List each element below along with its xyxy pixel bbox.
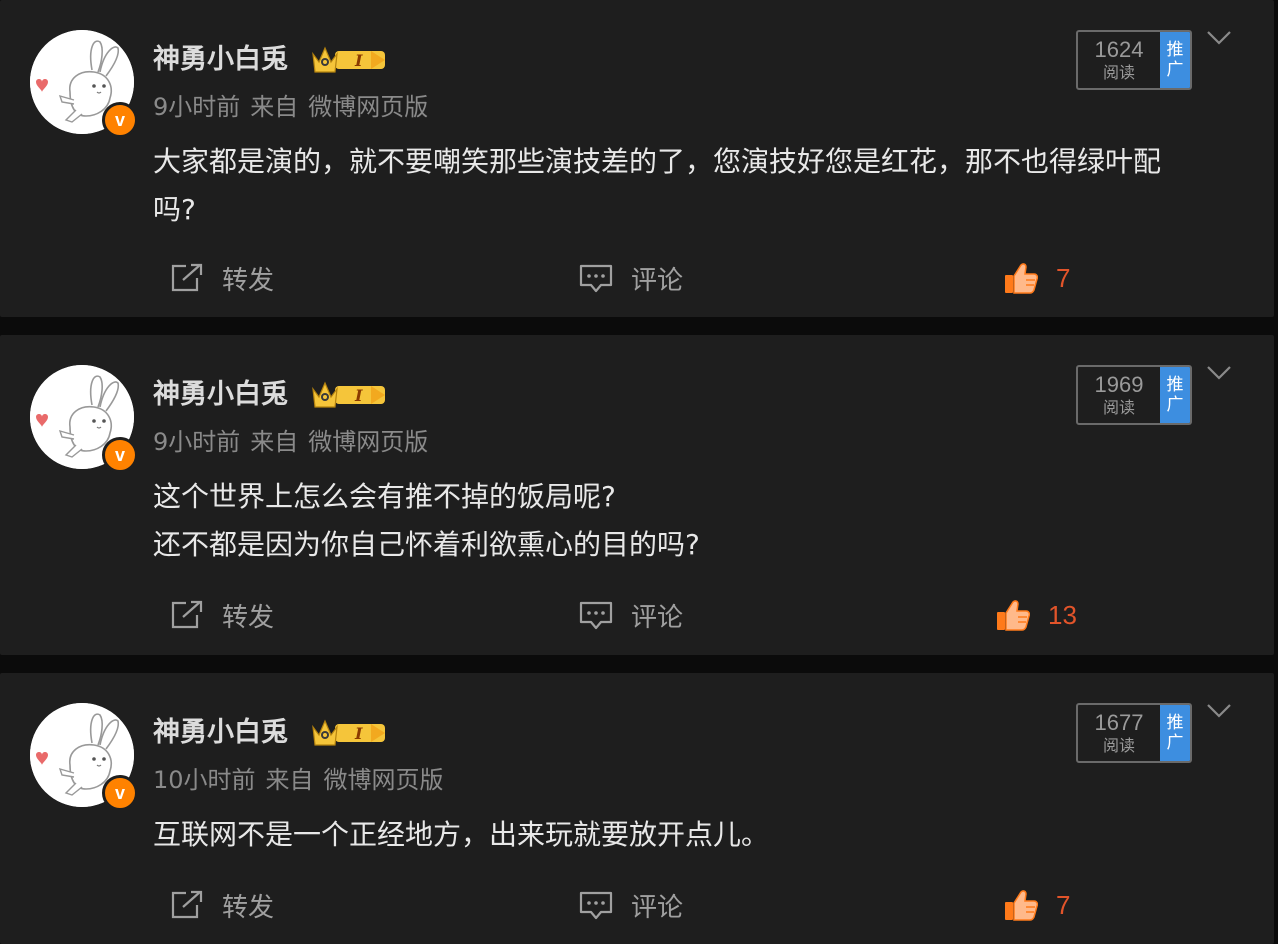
thumbs-up-icon — [997, 600, 1030, 631]
svg-text:I: I — [354, 724, 363, 743]
verified-badge-icon: v — [102, 775, 138, 811]
svg-text:I: I — [354, 51, 363, 70]
thumbs-up-icon — [1005, 890, 1038, 921]
repost-button[interactable]: 转发 — [170, 880, 274, 930]
comment-label: 评论 — [631, 265, 684, 296]
chevron-down-icon[interactable] — [1206, 703, 1232, 719]
svg-text:I: I — [354, 386, 363, 405]
username[interactable]: 神勇小白兎 — [153, 40, 288, 80]
username[interactable]: 神勇小白兎 — [153, 713, 288, 753]
source-prefix: 来自 — [250, 93, 299, 121]
source-prefix: 来自 — [265, 766, 314, 794]
post-meta: 9小时前 来自 微博网页版 — [153, 424, 438, 460]
post-content: 互联网不是一个正经地方，出来玩就要放开点儿。 — [153, 818, 770, 851]
post-content: 这个世界上怎么会有推不掉的饭局呢? 还不都是因为你自己怀着利欲熏心的目的吗? — [153, 480, 700, 561]
repost-icon — [171, 600, 203, 629]
member-crown-icon[interactable]: I — [311, 715, 387, 749]
like-button[interactable]: 7 — [1004, 253, 1070, 303]
comment-icon — [579, 891, 613, 920]
read-label: 阅读 — [1102, 63, 1135, 82]
verified-badge-icon: v — [102, 437, 138, 473]
comment-icon — [579, 264, 613, 293]
chevron-down-icon[interactable] — [1206, 365, 1232, 381]
read-count: 1677 — [1094, 710, 1144, 735]
read-count: 1624 — [1094, 37, 1144, 62]
read-counts: 1677 阅读 — [1078, 705, 1160, 761]
comment-button[interactable]: 评论 — [579, 880, 683, 930]
read-count: 1969 — [1094, 372, 1144, 397]
comment-label: 评论 — [631, 602, 684, 633]
post-content: 大家都是演的，就不要嘲笑那些演技差的了，您演技好您是红花，那不也得绿叶配 吗? — [153, 145, 1162, 226]
read-counts: 1624 阅读 — [1078, 32, 1160, 88]
promote-button[interactable]: 推广 — [1160, 367, 1190, 423]
read-label: 阅读 — [1102, 398, 1135, 417]
like-button[interactable]: 7 — [1004, 880, 1070, 930]
read-count-box[interactable]: 1969 阅读 推广 — [1076, 365, 1192, 425]
repost-label: 转发 — [222, 602, 275, 633]
post-time[interactable]: 9小时前 — [153, 93, 240, 121]
feed-post: v 神勇小白兎 I 10小时前 来自 微博网页版 互联网不是一个正经地方，出来玩就要… — [0, 673, 1274, 944]
post-actions: 转发 评论 13 — [0, 590, 1274, 640]
read-count-box[interactable]: 1677 阅读 推广 — [1076, 703, 1192, 763]
chevron-down-icon[interactable] — [1206, 30, 1232, 46]
repost-label: 转发 — [222, 265, 275, 296]
post-meta: 9小时前 来自 微博网页版 — [153, 89, 438, 125]
post-time[interactable]: 10小时前 — [153, 766, 256, 794]
post-actions: 转发 评论 7 — [0, 880, 1274, 930]
avatar[interactable]: v — [30, 30, 138, 138]
like-count: 7 — [1056, 262, 1071, 293]
post-source[interactable]: 微博网页版 — [308, 428, 428, 456]
like-button[interactable]: 13 — [996, 590, 1077, 640]
comment-label: 评论 — [631, 892, 684, 923]
post-meta: 10小时前 来自 微博网页版 — [153, 762, 454, 798]
verified-badge-icon: v — [102, 102, 138, 138]
read-label: 阅读 — [1102, 736, 1135, 755]
source-prefix: 来自 — [250, 428, 299, 456]
repost-icon — [171, 263, 203, 292]
avatar[interactable]: v — [30, 365, 138, 473]
comment-button[interactable]: 评论 — [579, 253, 683, 303]
comment-icon — [579, 601, 613, 630]
member-crown-icon[interactable]: I — [311, 42, 387, 76]
username[interactable]: 神勇小白兎 — [153, 375, 288, 415]
post-source[interactable]: 微博网页版 — [308, 93, 428, 121]
feed-post: v 神勇小白兎 I 9小时前 来自 微博网页版 这个世界上怎么会有推不掉的饭局呢? … — [0, 335, 1274, 655]
feed-post: v 神勇小白兎 I 9小时前 来自 微博网页版 大家都是演的，就不要嘲笑那些演技差的… — [0, 0, 1274, 317]
promote-button[interactable]: 推广 — [1160, 32, 1190, 88]
repost-button[interactable]: 转发 — [170, 253, 274, 303]
repost-icon — [171, 890, 203, 919]
repost-button[interactable]: 转发 — [170, 590, 274, 640]
read-counts: 1969 阅读 — [1078, 367, 1160, 423]
like-count: 13 — [1048, 599, 1077, 630]
thumbs-up-icon — [1005, 263, 1038, 294]
comment-button[interactable]: 评论 — [579, 590, 683, 640]
post-time[interactable]: 9小时前 — [153, 428, 240, 456]
read-count-box[interactable]: 1624 阅读 推广 — [1076, 30, 1192, 90]
like-count: 7 — [1056, 889, 1071, 920]
post-actions: 转发 评论 7 — [0, 253, 1274, 303]
repost-label: 转发 — [222, 892, 275, 923]
promote-button[interactable]: 推广 — [1160, 705, 1190, 761]
avatar[interactable]: v — [30, 703, 138, 811]
post-source[interactable]: 微博网页版 — [324, 766, 444, 794]
member-crown-icon[interactable]: I — [311, 377, 387, 411]
